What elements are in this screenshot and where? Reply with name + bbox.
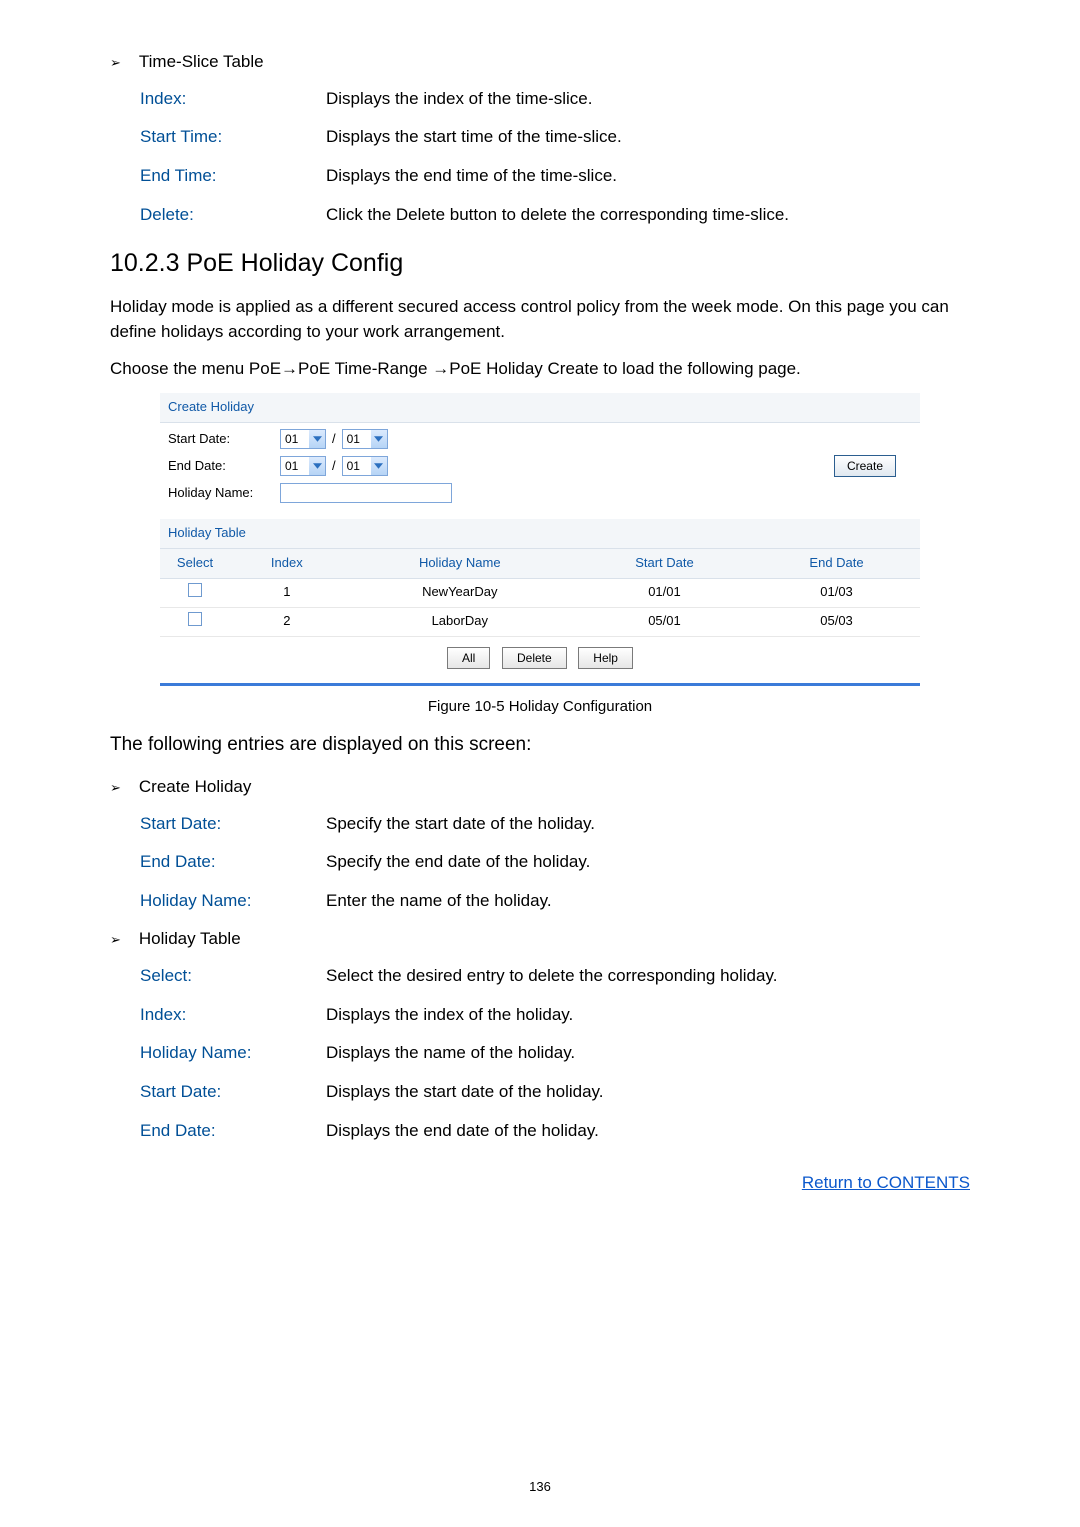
col-start-date: Start Date [576, 549, 753, 578]
page-number: 136 [0, 1478, 1080, 1497]
def-text: Select the desired entry to delete the c… [326, 964, 970, 989]
col-end-date: End Date [753, 549, 920, 578]
def-term: Select: [140, 964, 320, 989]
def-term: Index: [140, 87, 320, 112]
section-title: 10.2.3 PoE Holiday Config [110, 245, 970, 281]
def-term: Index: [140, 1003, 320, 1028]
chevron-down-icon[interactable] [309, 430, 325, 448]
def-term: Start Date: [140, 1080, 320, 1105]
def-text: Enter the name of the holiday. [326, 889, 970, 914]
time-slice-table-title: Time-Slice Table [139, 50, 264, 75]
chevron-down-icon[interactable] [371, 430, 387, 448]
start-month-input[interactable] [281, 430, 309, 448]
def-text: Displays the start time of the time-slic… [326, 125, 970, 150]
holiday-table-header: Holiday Table [160, 519, 920, 549]
end-month-select[interactable] [280, 456, 326, 476]
holiday-name-label: Holiday Name: [168, 484, 280, 503]
def-text: Specify the start date of the holiday. [326, 812, 970, 837]
intro-para-2: Choose the menu PoE→PoE Time-Range →PoE … [110, 357, 970, 382]
bullet-icon: ➢ [110, 50, 121, 75]
row-checkbox[interactable] [188, 612, 202, 626]
end-day-select[interactable] [342, 456, 388, 476]
row-start: 01/01 [576, 578, 753, 607]
date-separator: / [326, 457, 342, 476]
end-day-input[interactable] [343, 457, 371, 475]
holiday-config-figure: Create Holiday Start Date: / End Date: /… [160, 393, 920, 685]
entries-lead: The following entries are displayed on t… [110, 731, 970, 759]
def-text: Click the Delete button to delete the co… [326, 203, 970, 228]
end-month-input[interactable] [281, 457, 309, 475]
def-term: End Date: [140, 1119, 320, 1144]
row-index: 2 [230, 607, 344, 636]
holiday-table-title: Holiday Table [139, 927, 241, 952]
create-holiday-title: Create Holiday [139, 775, 251, 800]
def-text: Displays the end time of the time-slice. [326, 164, 970, 189]
def-term: Start Date: [140, 812, 320, 837]
figure-caption: Figure 10-5 Holiday Configuration [110, 696, 970, 718]
delete-button[interactable]: Delete [502, 647, 567, 669]
holiday-name-input[interactable] [280, 483, 452, 503]
create-button[interactable]: Create [834, 455, 896, 477]
create-holiday-header: Create Holiday [160, 393, 920, 423]
def-term: End Time: [140, 164, 320, 189]
start-day-input[interactable] [343, 430, 371, 448]
def-text: Displays the index of the time-slice. [326, 87, 970, 112]
row-start: 05/01 [576, 607, 753, 636]
def-text: Displays the end date of the holiday. [326, 1119, 970, 1144]
holiday-name-row: Holiday Name: [160, 477, 920, 519]
def-text: Displays the index of the holiday. [326, 1003, 970, 1028]
start-date-row: Start Date: / [160, 423, 920, 449]
row-name: LaborDay [344, 607, 576, 636]
chevron-down-icon[interactable] [309, 457, 325, 475]
holiday-table: Select Index Holiday Name Start Date End… [160, 549, 920, 637]
bullet-icon: ➢ [110, 775, 121, 800]
def-term: Holiday Name: [140, 889, 320, 914]
def-term: Delete: [140, 203, 320, 228]
end-date-row: End Date: / Create [160, 449, 920, 477]
bullet-icon: ➢ [110, 927, 121, 952]
return-to-contents-link[interactable]: Return to CONTENTS [802, 1173, 970, 1192]
table-row: 1 NewYearDay 01/01 01/03 [160, 578, 920, 607]
chevron-down-icon[interactable] [371, 457, 387, 475]
row-index: 1 [230, 578, 344, 607]
table-button-row: All Delete Help [160, 637, 920, 683]
def-term: Start Time: [140, 125, 320, 150]
def-text: Displays the start date of the holiday. [326, 1080, 970, 1105]
row-checkbox[interactable] [188, 583, 202, 597]
col-select: Select [160, 549, 230, 578]
date-separator: / [326, 430, 342, 449]
row-end: 01/03 [753, 578, 920, 607]
def-text: Displays the name of the holiday. [326, 1041, 970, 1066]
start-month-select[interactable] [280, 429, 326, 449]
start-day-select[interactable] [342, 429, 388, 449]
def-term: Holiday Name: [140, 1041, 320, 1066]
all-button[interactable]: All [447, 647, 490, 669]
col-holiday-name: Holiday Name [344, 549, 576, 578]
row-end: 05/03 [753, 607, 920, 636]
start-date-label: Start Date: [168, 430, 280, 449]
def-term: End Date: [140, 850, 320, 875]
table-row: 2 LaborDay 05/01 05/03 [160, 607, 920, 636]
end-date-label: End Date: [168, 457, 280, 476]
help-button[interactable]: Help [578, 647, 633, 669]
row-name: NewYearDay [344, 578, 576, 607]
col-index: Index [230, 549, 344, 578]
intro-para-1: Holiday mode is applied as a different s… [110, 295, 970, 344]
def-text: Specify the end date of the holiday. [326, 850, 970, 875]
